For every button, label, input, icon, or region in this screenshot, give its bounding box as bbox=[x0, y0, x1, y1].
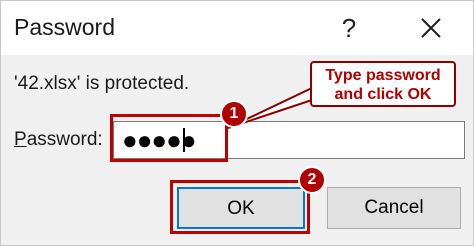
step-badge-2: 2 bbox=[298, 166, 326, 194]
instruction-callout: Type password and click OK bbox=[310, 61, 456, 107]
ok-highlight-box bbox=[170, 180, 310, 234]
password-highlight-box bbox=[110, 114, 228, 162]
callout-line-2: and click OK bbox=[334, 86, 432, 103]
callout-line-1: Type password bbox=[325, 67, 441, 84]
step-badge-1: 1 bbox=[220, 100, 248, 128]
